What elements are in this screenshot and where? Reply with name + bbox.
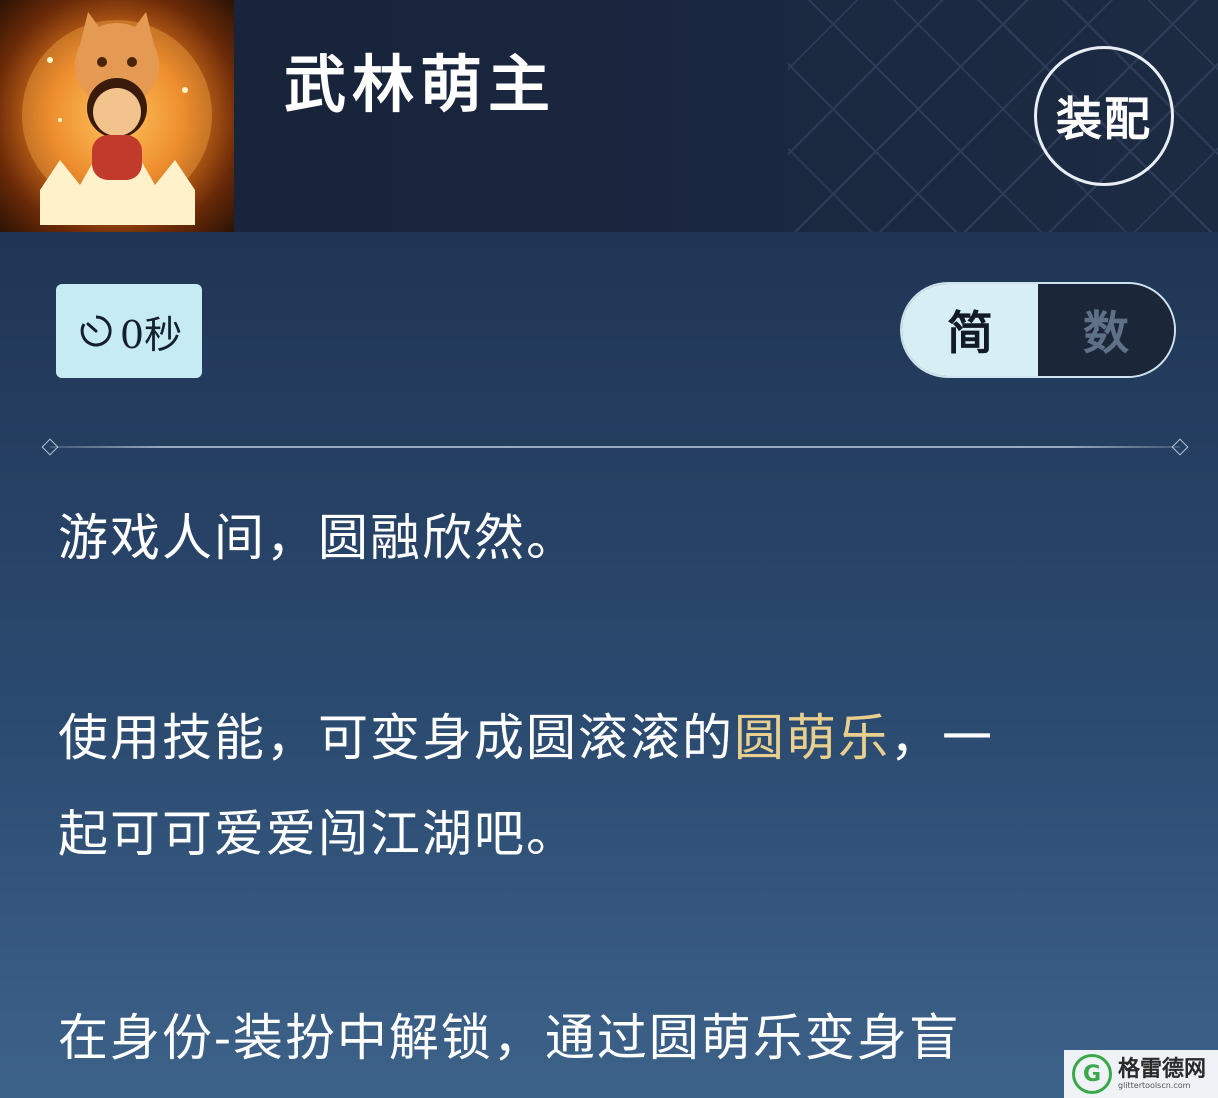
line2-tail: ，一 [890,709,994,767]
description-line-4: 在身份-装扮中解锁，通过圆萌乐变身盲 [58,1009,961,1067]
description-line-2: 使用技能，可变身成圆滚滚的圆萌乐，一 [58,690,1168,786]
description-line-3: 起可可爱爱闯江湖吧。 [58,805,578,863]
divider-left-end [41,438,59,456]
watermark: G 格雷德网 glittertoolscn.com [1064,1050,1218,1098]
cooldown-value: 0秒 [119,312,183,357]
toggle-numbers[interactable]: 数 [1038,284,1174,376]
equip-button[interactable]: 装配 [1034,46,1174,186]
cat-mascot-icon [22,12,212,225]
watermark-name: 格雷德网 [1118,1056,1207,1082]
line2-text: 使用技能，可变身成圆滚滚的 [58,709,734,767]
watermark-logo-icon: G [1072,1054,1112,1094]
section-divider [41,438,1189,456]
divider-right-end [1171,438,1189,456]
transform-name-highlight: 圆萌乐 [734,709,890,767]
cooldown-badge: 0秒 [56,284,202,378]
view-toggle[interactable]: 简 数 [900,282,1176,378]
timer-icon [80,315,112,347]
description-paragraph-2: 使用技能，可变身成圆滚滚的圆萌乐，一 起可可爱爱闯江湖吧。 [58,690,1168,882]
description-line-1: 游戏人间，圆融欣然。 [58,509,578,567]
skill-icon[interactable] [0,0,234,232]
toggle-simple[interactable]: 简 [902,284,1038,376]
watermark-url: glittertoolscn.com [1118,1081,1191,1090]
skill-title: 武林萌主 [284,48,557,121]
